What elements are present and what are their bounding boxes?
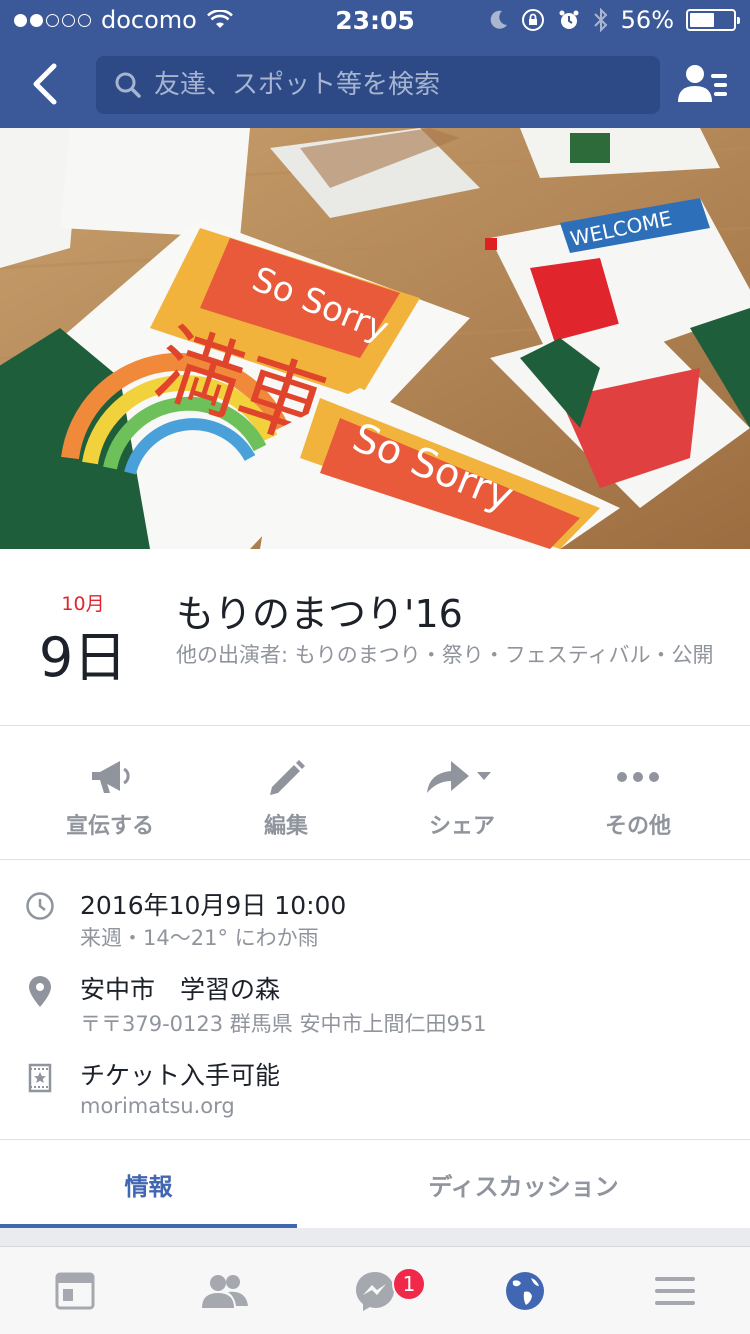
more-dots-icon: [617, 772, 659, 782]
messenger-icon: [356, 1272, 394, 1311]
tab-friends[interactable]: [150, 1247, 300, 1334]
globe-icon: [506, 1272, 544, 1310]
event-tickets-row[interactable]: チケット入手可能 morimatsu.org: [0, 1054, 750, 1124]
bluetooth-icon: [593, 7, 608, 33]
promote-label: 宣伝する: [65, 814, 154, 839]
event-location: 安中市 学習の森: [80, 975, 281, 1004]
friend-requests-icon: [678, 65, 727, 102]
event-location-row[interactable]: 安中市 学習の森 〒〒379-0123 群馬県 安中市上間仁田951: [0, 968, 750, 1038]
messenger-badge: 1: [392, 1267, 426, 1301]
event-time-row[interactable]: 2016年10月9日 10:00 来週・14〜21° にわか雨: [0, 882, 750, 952]
moon-icon: [490, 10, 507, 29]
event-actions: 宣伝する 編集 シェア その他: [0, 726, 750, 860]
back-button[interactable]: [14, 56, 74, 112]
battery-icon: [686, 9, 740, 31]
search-icon: [115, 72, 141, 98]
news-feed-icon: [55, 1272, 95, 1310]
friends-icon: [202, 1275, 248, 1308]
location-pin-icon: [29, 976, 51, 1007]
event-cover-photo[interactable]: So Sorry 満車 So Sorry WELCOME: [0, 128, 750, 549]
event-datetime: 2016年10月9日 10:00: [80, 891, 347, 920]
event-month: 10月: [61, 593, 105, 615]
megaphone-icon: [92, 761, 130, 793]
event-title: もりのまつり'16: [176, 592, 463, 636]
edit-button[interactable]: 編集: [198, 726, 374, 859]
ticket-url[interactable]: morimatsu.org: [80, 1094, 235, 1118]
edit-label: 編集: [263, 814, 308, 839]
alarm-icon: [559, 10, 579, 29]
event-address: 〒〒379-0123 群馬県 安中市上間仁田951: [80, 1012, 487, 1036]
event-header: 10月 9日 もりのまつり'16 他の出演者: もりのまつり・祭り・フェスティバ…: [0, 549, 750, 726]
rotation-lock-icon: [521, 9, 544, 31]
ticket-availability: チケット入手可能: [80, 1061, 281, 1090]
clock-icon: [26, 892, 54, 920]
navigation-bar: [0, 40, 750, 128]
tab-news-feed[interactable]: [0, 1247, 150, 1334]
promote-button[interactable]: 宣伝する: [22, 726, 198, 859]
search-bar[interactable]: [96, 56, 660, 114]
cover-image: So Sorry 満車 So Sorry WELCOME: [0, 128, 750, 549]
share-button[interactable]: シェア: [374, 726, 550, 859]
share-arrow-icon: [427, 761, 491, 793]
tab-menu[interactable]: [600, 1247, 750, 1334]
tab-info[interactable]: 情報: [0, 1140, 297, 1228]
chevron-left-icon: [33, 63, 57, 105]
pencil-icon: [270, 760, 305, 795]
tab-messenger[interactable]: 1: [300, 1247, 450, 1334]
share-label: シェア: [428, 814, 495, 839]
friend-requests-button[interactable]: [678, 62, 732, 108]
event-weather: 来週・14〜21° にわか雨: [80, 926, 319, 950]
more-button[interactable]: その他: [550, 726, 726, 859]
event-subtitle[interactable]: 他の出演者: もりのまつり・祭り・フェスティバル・公開: [176, 641, 716, 669]
menu-icon: [655, 1277, 695, 1305]
event-day: 9日: [38, 626, 128, 689]
search-input[interactable]: [154, 70, 634, 100]
bottom-tab-bar: 1: [0, 1246, 750, 1334]
ticket-icon: [28, 1063, 52, 1093]
battery-percent: 56%: [620, 6, 674, 34]
more-label: その他: [604, 814, 671, 839]
event-tabs: 情報 ディスカッション: [0, 1140, 750, 1228]
event-details: 2016年10月9日 10:00 来週・14〜21° にわか雨 安中市 学習の森…: [0, 860, 750, 1140]
status-bar: docomo 23:05 56%: [0, 0, 750, 40]
tab-discussion[interactable]: ディスカッション: [297, 1140, 750, 1228]
tab-notifications[interactable]: [450, 1247, 600, 1334]
